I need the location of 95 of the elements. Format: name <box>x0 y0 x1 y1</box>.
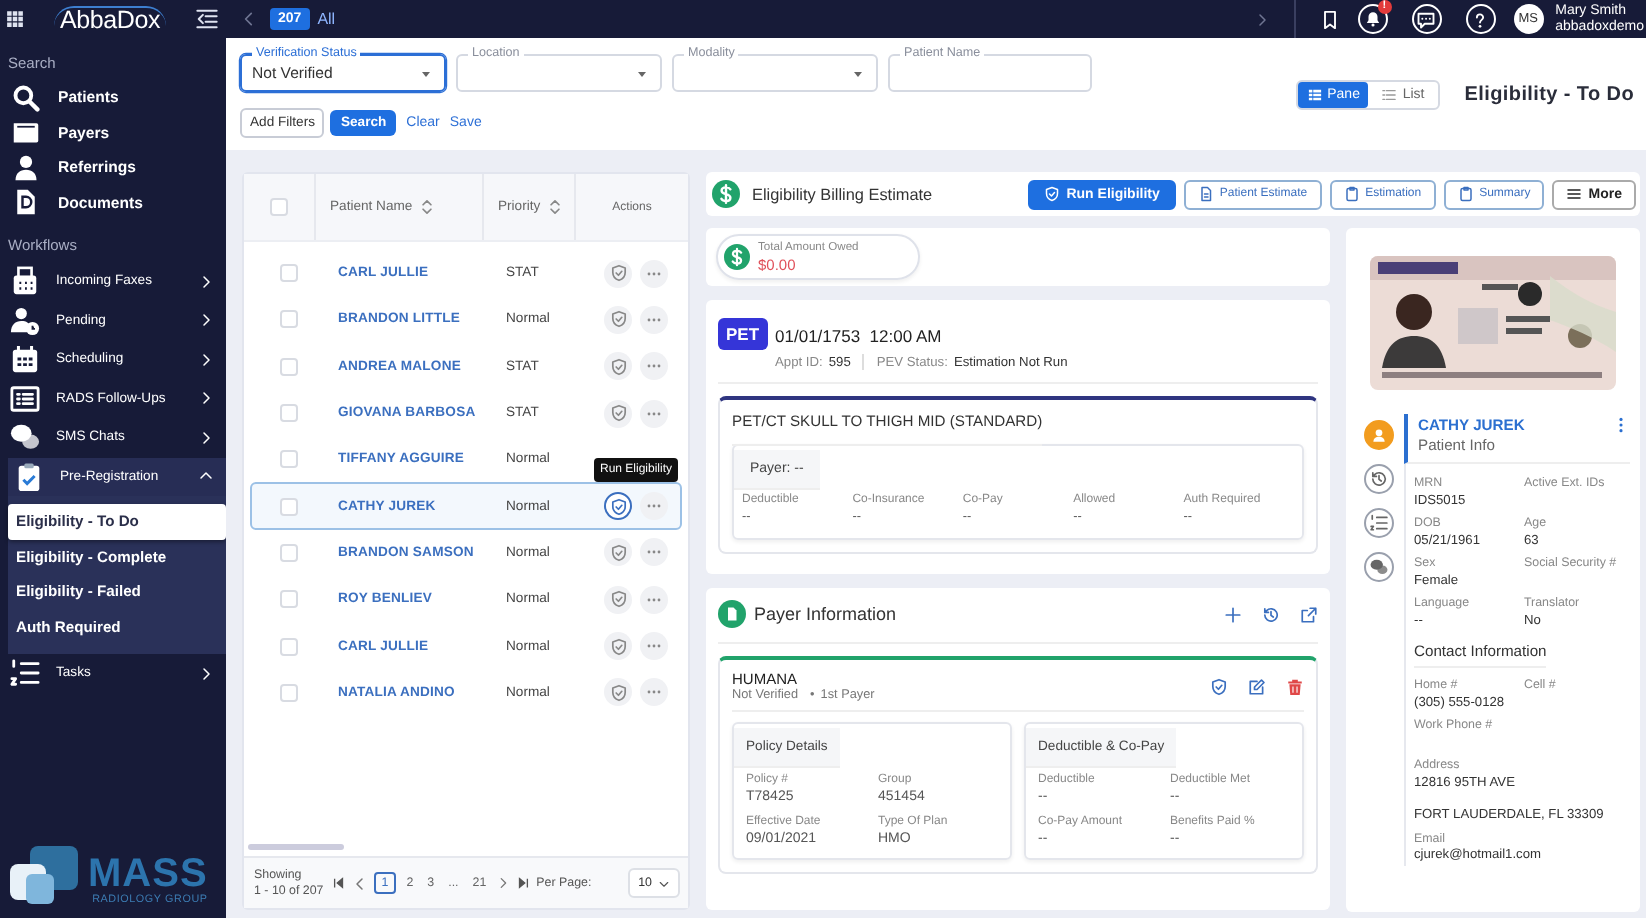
eligibility-button[interactable] <box>604 259 632 288</box>
wallet-icon <box>12 118 40 147</box>
eligibility-button[interactable] <box>604 492 632 521</box>
fax-icon <box>10 266 40 297</box>
bookmark-icon[interactable] <box>1319 9 1340 29</box>
numbered-list-icon <box>10 658 40 689</box>
list-icon <box>10 383 40 414</box>
clipboard-icon <box>1343 186 1360 202</box>
chat-icon <box>10 422 40 453</box>
shield-icon <box>609 543 627 562</box>
row-checkbox[interactable] <box>279 404 297 423</box>
shield-icon <box>609 637 627 656</box>
shield-icon <box>609 404 627 423</box>
page-title: Eligibility - To Do <box>1464 83 1634 105</box>
row-checkbox[interactable] <box>279 497 297 516</box>
person-icon <box>1369 426 1387 444</box>
help-button[interactable] <box>1465 4 1496 34</box>
external-link-icon[interactable] <box>1300 605 1318 623</box>
eligibility-button[interactable] <box>604 678 632 707</box>
document-icon <box>718 600 746 628</box>
shield-icon <box>609 590 627 609</box>
grid-icon[interactable] <box>6 10 24 28</box>
row-checkbox[interactable] <box>279 310 297 329</box>
eligibility-button[interactable] <box>604 585 632 614</box>
side-tab[interactable] <box>1363 464 1393 494</box>
row-checkbox[interactable] <box>279 683 297 702</box>
chat-icon <box>1369 558 1387 576</box>
chevron-right-icon <box>198 665 214 682</box>
menu-icon <box>1566 186 1583 202</box>
row-checkbox[interactable] <box>279 450 297 469</box>
trash-icon[interactable] <box>1286 677 1304 695</box>
eligibility-button[interactable] <box>604 305 632 334</box>
shield-icon <box>1044 186 1061 202</box>
side-tab[interactable] <box>1363 508 1393 538</box>
add-icon[interactable] <box>1224 605 1242 623</box>
chevron-right-icon[interactable] <box>496 876 511 890</box>
select-all-checkbox[interactable] <box>270 198 288 216</box>
chevron-left-icon[interactable] <box>351 875 368 891</box>
all-tab[interactable]: All <box>317 10 336 28</box>
app-logo: AbbaDox <box>53 6 167 32</box>
document-icon <box>12 188 40 217</box>
chevron-up-icon <box>198 468 214 485</box>
dollar-icon <box>724 244 750 270</box>
chevron-right-icon <box>198 429 214 446</box>
chevron-down-icon <box>658 877 670 889</box>
list-icon <box>1369 514 1387 532</box>
shield-icon <box>609 310 627 329</box>
shield-icon <box>609 497 627 516</box>
bell-icon <box>1363 10 1382 28</box>
chevron-right-icon <box>198 312 214 329</box>
clipboard-icon <box>1457 186 1474 202</box>
messages-button[interactable] <box>1411 4 1442 34</box>
squares-logo-icon <box>6 846 82 906</box>
clipboard-icon <box>14 461 44 492</box>
row-checkbox[interactable] <box>279 264 297 283</box>
panel-title: Eligibility Billing Estimate <box>752 185 935 203</box>
chevron-right-icon <box>198 273 214 290</box>
sort-icon[interactable] <box>418 198 437 216</box>
chevron-right-icon[interactable] <box>1253 11 1270 27</box>
row-checkbox[interactable] <box>279 590 297 609</box>
history-icon <box>1369 470 1387 488</box>
edit-icon[interactable] <box>1248 677 1266 695</box>
shield-icon <box>609 264 627 283</box>
row-checkbox[interactable] <box>279 357 297 376</box>
person-clock-icon <box>10 305 40 336</box>
panel-title: Payer Information <box>754 604 899 624</box>
document-icon <box>1197 186 1214 202</box>
search-icon <box>12 83 40 112</box>
eligibility-button[interactable] <box>604 399 632 428</box>
chevron-left-icon[interactable] <box>240 10 258 28</box>
modality-badge: PET <box>718 318 768 350</box>
collapse-menu-icon[interactable] <box>196 8 218 30</box>
shield-icon <box>609 683 627 702</box>
eligibility-button[interactable] <box>604 352 632 381</box>
chat-icon <box>1416 9 1437 29</box>
chevron-right-icon <box>198 351 214 368</box>
history-icon[interactable] <box>1262 605 1280 623</box>
grid-icon <box>1307 87 1322 101</box>
side-tab[interactable] <box>1363 552 1393 582</box>
shield-icon[interactable] <box>1210 677 1228 695</box>
eligibility-button[interactable] <box>604 538 632 567</box>
list-icon <box>1382 87 1397 101</box>
shield-icon <box>609 357 627 376</box>
dollar-icon <box>712 180 740 208</box>
row-checkbox[interactable] <box>279 637 297 656</box>
person-icon <box>12 153 40 182</box>
last-page-icon[interactable] <box>516 876 531 890</box>
row-checkbox[interactable] <box>279 543 297 562</box>
chevron-right-icon <box>198 390 214 407</box>
sort-icon[interactable] <box>546 198 565 216</box>
eligibility-button[interactable] <box>604 632 632 661</box>
appointment-datetime: 01/01/1753 12:00 AM <box>775 326 942 346</box>
calendar-icon <box>10 344 40 375</box>
logo-wordmark: MASS <box>88 856 208 894</box>
first-page-icon[interactable] <box>331 876 346 890</box>
